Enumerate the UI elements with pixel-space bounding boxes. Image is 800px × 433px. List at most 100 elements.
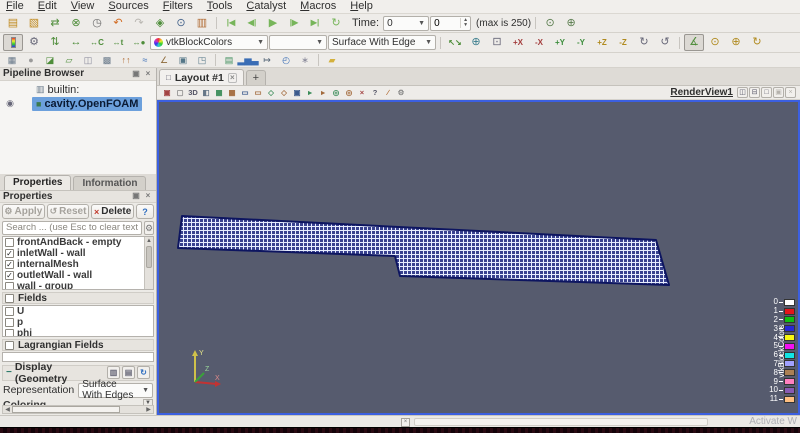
properties-hscroll[interactable]: ◀ ▶ (2, 404, 154, 414)
pipeline-item-builtin[interactable]: ◉ ▥builtin: (0, 83, 156, 97)
component-combo[interactable]: ▼ (269, 35, 327, 50)
fields-checkbox[interactable] (5, 293, 14, 303)
play-icon[interactable]: ▶ (263, 15, 283, 32)
view-settings-icon[interactable]: ⚙ (395, 87, 407, 98)
checkbox[interactable] (5, 318, 14, 328)
restore-view-icon[interactable]: ▣ (773, 87, 784, 98)
rescale-to-custom-range-icon[interactable]: ↔C (87, 34, 107, 51)
undock-icon[interactable]: ▣ (131, 191, 141, 201)
reset-center-icon[interactable]: ↻ (747, 34, 767, 51)
menu-file[interactable]: File (6, 0, 24, 13)
disconnect-server-icon[interactable]: ⊗ (66, 15, 86, 32)
lagrangian-checkbox[interactable] (5, 340, 14, 350)
menu-filters[interactable]: Filters (163, 0, 193, 13)
undo-icon[interactable]: ↶ (108, 15, 128, 32)
find-data-icon[interactable]: ⊙ (171, 15, 191, 32)
maximize-view-icon[interactable]: □ (761, 87, 772, 98)
undock-icon[interactable]: ▣ (131, 69, 141, 79)
extract-selection-icon[interactable]: ↦ (258, 54, 276, 67)
redo-icon[interactable]: ↷ (129, 15, 149, 32)
reload-display-icon[interactable]: ↻ (137, 366, 150, 380)
first-frame-icon[interactable]: |◀ (221, 15, 241, 32)
close-tab-icon[interactable]: × (227, 72, 237, 83)
previous-frame-icon[interactable]: ◀| (242, 15, 262, 32)
auto-apply-icon[interactable]: ◈ (150, 15, 170, 32)
scroll-thumb[interactable] (12, 405, 121, 413)
close-icon[interactable]: × (143, 69, 153, 79)
collapse-icon[interactable]: − (6, 367, 12, 378)
menu-macros[interactable]: Macros (300, 0, 336, 13)
spin-arrows-icon[interactable]: ▲ ▼ (460, 18, 470, 28)
adjust-camera-icon[interactable]: ◧ (200, 87, 212, 98)
open-spreadsheet-icon[interactable]: ▤ (220, 54, 238, 67)
scroll-thumb[interactable] (146, 246, 152, 269)
use-separate-color-map-icon[interactable]: ⇅ (45, 34, 65, 51)
capture-view-icon[interactable]: ▢ (174, 87, 186, 98)
rotate-90-cw-icon[interactable]: ↻ (634, 34, 654, 51)
representation-toolbar-combo[interactable]: Surface With Edge ▼ (328, 35, 436, 50)
reset-camera-icon[interactable]: ↖↘ (445, 34, 465, 51)
ruler-icon[interactable]: ▰ (323, 54, 341, 67)
time-combo[interactable]: 0 ▼ (383, 15, 430, 31)
checkbox[interactable] (5, 307, 14, 317)
selection-help-icon[interactable]: ? (369, 87, 381, 98)
loop-icon[interactable]: ↻ (326, 15, 346, 32)
pipeline-item-cavity-openfoam[interactable]: ◉ ■ cavity.OpenFOAM (0, 96, 156, 111)
regions-scrollbar[interactable]: ▲ (144, 237, 153, 290)
tab-properties[interactable]: Properties (4, 174, 72, 190)
view-minus-y-icon[interactable]: -Y (571, 34, 591, 51)
zoom-to-box-icon[interactable]: ⊡ (487, 34, 507, 51)
select-frustum-points-icon[interactable]: ▭ (252, 87, 264, 98)
field-row[interactable]: U (3, 306, 153, 317)
show-orientation-axes-icon[interactable]: ∡ (684, 34, 704, 51)
connect-server-icon[interactable]: ⇄ (45, 15, 65, 32)
extract-subset-icon[interactable]: ▩ (98, 54, 116, 67)
search-options-gear-icon[interactable]: ⚙ (144, 220, 155, 235)
frame-input[interactable] (434, 17, 461, 29)
tab-information[interactable]: Information (73, 175, 147, 190)
reset-button[interactable]: ↺ Reset (46, 204, 90, 220)
view-plus-y-icon[interactable]: +Y (550, 34, 570, 51)
toggle-color-legend-icon[interactable] (3, 34, 23, 51)
menu-tools[interactable]: Tools (207, 0, 233, 13)
select-polygon-cells-icon[interactable]: ◇ (265, 87, 277, 98)
select-polygon-points-icon[interactable]: ◇ (278, 87, 290, 98)
clip-icon[interactable]: ◪ (41, 54, 59, 67)
search-input[interactable] (2, 220, 142, 235)
color-palette-icon[interactable]: ▥ (192, 15, 212, 32)
paste-display-icon[interactable]: ▤ (122, 366, 135, 380)
reset-session-icon[interactable]: ◷ (87, 15, 107, 32)
last-frame-icon[interactable]: ▶| (305, 15, 325, 32)
checkbox[interactable] (5, 260, 14, 270)
calculator-icon[interactable]: ▦ (3, 54, 21, 67)
capture-screenshot-icon[interactable]: ▣ (161, 87, 173, 98)
checkbox[interactable] (5, 249, 14, 259)
checkbox[interactable] (5, 271, 14, 281)
scroll-right-icon[interactable]: ▶ (144, 406, 153, 413)
add-selection-icon[interactable]: ⊕ (561, 15, 581, 32)
view-minus-z-icon[interactable]: -Z (613, 34, 633, 51)
view-plus-x-icon[interactable]: +X (508, 34, 528, 51)
hover-cells-icon[interactable]: ◎ (330, 87, 342, 98)
cavity-mesh[interactable] (159, 102, 796, 415)
mesh-region-row[interactable]: inletWall - wall (3, 248, 153, 259)
color-array-combo[interactable]: vtkBlockColors ▼ (150, 35, 268, 50)
hover-points-icon[interactable]: ◎ (343, 87, 355, 98)
plot-over-line-icon[interactable]: ▂▅▃ (238, 54, 259, 67)
edit-annotation-icon[interactable]: ∕ (382, 87, 394, 98)
select-block-icon[interactable]: ▣ (291, 87, 303, 98)
mesh-region-row[interactable]: frontAndBack - empty (3, 237, 153, 248)
stream-tracer-icon[interactable]: ≈ (136, 54, 154, 67)
menu-help[interactable]: Help (350, 0, 373, 13)
mesh-region-row[interactable]: wall - group (3, 281, 153, 290)
menu-catalyst[interactable]: Catalyst (246, 0, 286, 13)
mesh-region-row[interactable]: outletWall - wall (3, 270, 153, 281)
slice-icon[interactable]: ▱ (60, 54, 78, 67)
new-layout-tab-button[interactable]: + (245, 70, 266, 85)
field-row[interactable]: phi (3, 328, 153, 337)
checkbox[interactable] (5, 238, 14, 248)
split-horizontal-icon[interactable]: ◫ (737, 87, 748, 98)
close-view-icon[interactable]: × (785, 87, 796, 98)
clear-selection-icon[interactable]: × (356, 87, 368, 98)
load-state-icon[interactable]: ▧ (24, 15, 44, 32)
